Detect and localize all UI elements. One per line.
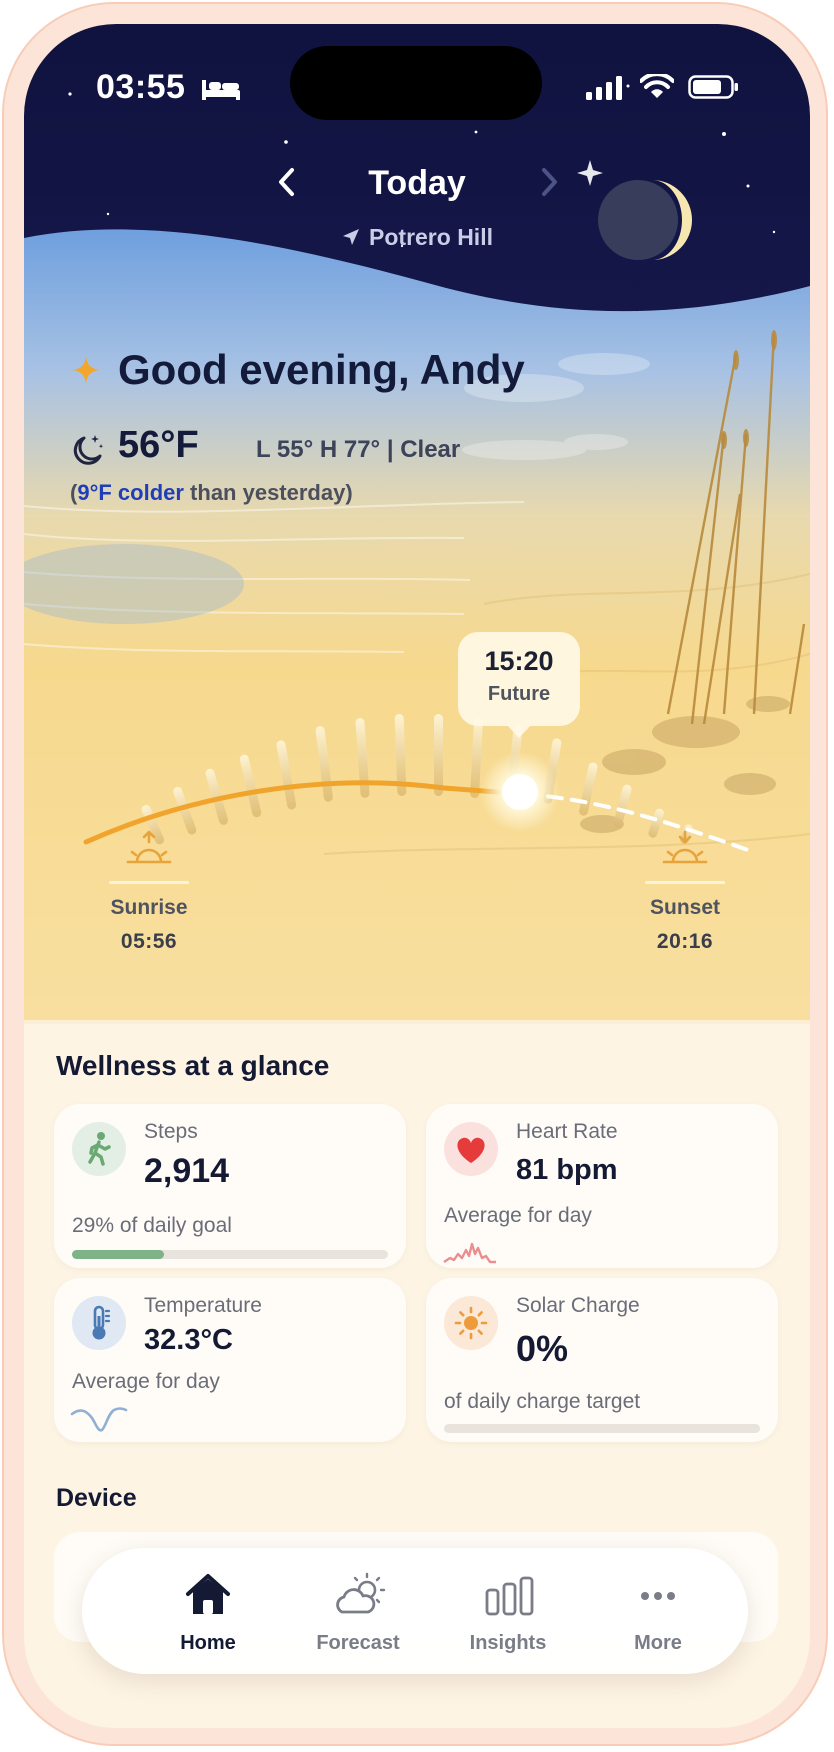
battery-icon [688, 75, 738, 99]
tab-bar: Home Forecast Insights More [82, 1548, 748, 1674]
day-title: Today [368, 164, 466, 202]
heart-rate-label: Heart Rate [516, 1120, 618, 1143]
walking-icon [72, 1122, 126, 1176]
thermometer-icon [72, 1296, 126, 1350]
heart-icon [444, 1122, 498, 1176]
steps-progress-fill [72, 1250, 164, 1259]
temperature-comparison: (9°F colder than yesterday) [70, 480, 353, 506]
temperature-card[interactable]: Temperature 32.3°C Average for day [54, 1278, 406, 1442]
status-time: 03:55 [96, 68, 186, 106]
steps-progress-bar [72, 1250, 388, 1259]
wifi-icon [640, 74, 674, 98]
moon-stars-icon [73, 435, 104, 465]
heart-rate-value: 81 bpm [516, 1154, 618, 1186]
status-bar: 03:55 [24, 24, 810, 134]
heart-rate-sub: Average for day [444, 1204, 592, 1227]
app-screen: 03:55 Today Potrero Hill Good evening, A… [24, 24, 810, 1728]
solar-charge-progress-bar [444, 1424, 760, 1433]
device-title: Device [56, 1484, 137, 1512]
sky-hero: 03:55 Today Potrero Hill Good evening, A… [24, 24, 810, 1024]
tab-home[interactable]: Home [138, 1548, 278, 1674]
current-temperature: 56°F [118, 424, 199, 466]
sunset-bar [645, 881, 725, 884]
comparison-rest: than yesterday) [183, 480, 353, 505]
temperature-value: 32.3°C [144, 1324, 233, 1356]
steps-label: Steps [144, 1120, 198, 1143]
dynamic-island [290, 46, 542, 120]
current-time-bubble: 15:20 Future [458, 632, 580, 738]
sunset-label: Sunset [649, 896, 720, 919]
solar-charge-label: Solar Charge [516, 1294, 640, 1317]
bed-icon [202, 80, 240, 100]
location-arrow-icon [343, 229, 360, 245]
temperature-sparkline [70, 1407, 128, 1432]
bar-chart-icon [485, 1576, 534, 1616]
temperature-range: L 55° H 77° | Clear [256, 436, 461, 463]
solar-charge-sub: of daily charge target [444, 1390, 641, 1413]
steps-value: 2,914 [144, 1152, 230, 1190]
bubble-time: 15:20 [484, 646, 554, 676]
sunrise-bar [109, 881, 189, 884]
home-icon [186, 1574, 230, 1614]
comparison-highlight: 9°F colder [77, 480, 184, 505]
tab-forecast-label: Forecast [316, 1632, 400, 1654]
tab-more-label: More [634, 1632, 682, 1654]
steps-sub: 29% of daily goal [72, 1214, 232, 1237]
sun-icon [444, 1296, 498, 1350]
partly-cloudy-icon [336, 1572, 386, 1614]
cellular-signal-icon [586, 76, 622, 100]
greeting-text: Good evening, Andy [118, 346, 525, 393]
tab-home-label: Home [180, 1632, 236, 1654]
sunrise-time: 05:56 [120, 930, 178, 953]
location-name: Potrero Hill [369, 224, 493, 250]
temperature-sub: Average for day [72, 1370, 220, 1393]
sunrise-info: Sunrise 05:56 [94, 830, 204, 954]
tab-more[interactable]: More [588, 1548, 728, 1674]
steps-card[interactable]: Steps 2,914 29% of daily goal [54, 1104, 406, 1268]
sunset-time: 20:16 [656, 930, 714, 953]
sunrise-icon [126, 830, 172, 864]
wellness-title: Wellness at a glance [56, 1050, 330, 1081]
solar-charge-card[interactable]: Solar Charge 0% of daily charge target [426, 1278, 778, 1442]
bubble-label: Future [487, 683, 551, 705]
tab-insights[interactable]: Insights [438, 1548, 578, 1674]
sunset-info: Sunset 20:16 [630, 830, 740, 954]
sparkle-icon [72, 356, 100, 384]
sunset-icon [662, 830, 708, 864]
heart-rate-card[interactable]: Heart Rate 81 bpm Average for day [426, 1104, 778, 1268]
chevron-right-icon[interactable] [538, 166, 560, 198]
solar-charge-value: 0% [516, 1328, 569, 1369]
location-label[interactable]: Potrero Hill [24, 224, 810, 251]
temperature-label: Temperature [144, 1294, 262, 1317]
tab-insights-label: Insights [469, 1632, 547, 1654]
sunrise-label: Sunrise [110, 896, 188, 919]
heart-rate-sparkline [443, 1242, 496, 1264]
tab-forecast[interactable]: Forecast [288, 1548, 428, 1674]
more-icon [641, 1592, 675, 1600]
